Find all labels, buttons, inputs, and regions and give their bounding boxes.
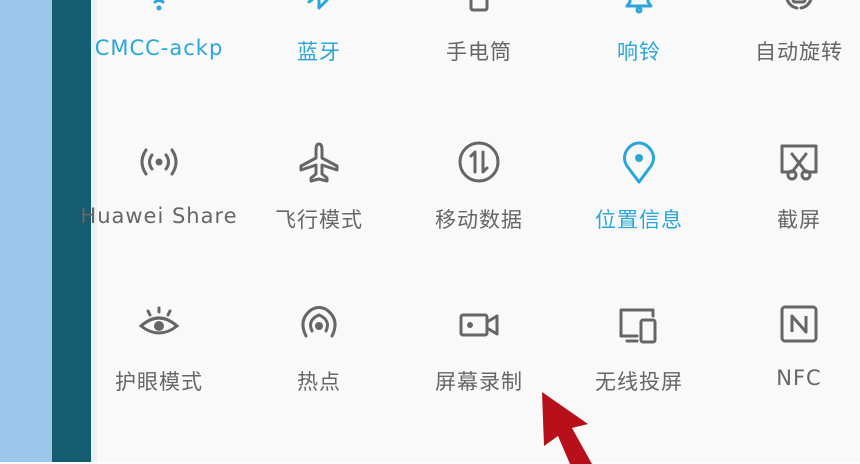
tile-bluetooth[interactable]: 蓝牙 xyxy=(239,0,399,86)
screen-record-icon xyxy=(451,296,507,352)
tile-label: 响铃 xyxy=(617,40,661,64)
tile-eye-comfort[interactable]: 护眼模式 xyxy=(79,296,239,416)
tile-ring[interactable]: 响铃 xyxy=(559,0,719,86)
tile-label: 移动数据 xyxy=(435,208,523,232)
tile-screenshot[interactable]: 截屏 xyxy=(719,134,860,254)
bell-icon xyxy=(611,0,667,22)
background-window-edge xyxy=(0,0,52,462)
wifi-icon xyxy=(131,0,187,22)
tile-nfc[interactable]: NFC xyxy=(719,296,860,416)
pointer-arrow-icon xyxy=(542,392,592,464)
eye-comfort-icon xyxy=(131,296,187,352)
tile-label: CMCC-ackp xyxy=(94,36,224,60)
airplane-icon xyxy=(291,134,347,190)
tile-flashlight[interactable]: 手电筒 xyxy=(399,0,559,86)
huawei-share-icon xyxy=(131,134,187,190)
tile-label: 热点 xyxy=(297,370,341,394)
tile-label: 护眼模式 xyxy=(115,370,203,394)
tile-label: 位置信息 xyxy=(595,208,683,232)
tile-huawei-share[interactable]: Huawei Share xyxy=(79,134,239,254)
tile-auto-rotate[interactable]: 自动旋转 xyxy=(719,0,860,86)
location-icon xyxy=(611,134,667,190)
tile-airplane-mode[interactable]: 飞行模式 xyxy=(239,134,399,254)
mobile-data-icon xyxy=(451,134,507,190)
tile-hotspot[interactable]: 热点 xyxy=(239,296,399,416)
tile-label: 飞行模式 xyxy=(275,208,363,232)
tile-label: 屏幕录制 xyxy=(435,370,523,394)
tile-location[interactable]: 位置信息 xyxy=(559,134,719,254)
tile-label: Huawei Share xyxy=(80,204,238,228)
tile-wifi[interactable]: CMCC-ackp xyxy=(79,0,239,86)
screenshot-icon xyxy=(771,134,827,190)
nfc-icon xyxy=(771,296,827,352)
tile-label: 截屏 xyxy=(777,208,821,232)
tile-label: NFC xyxy=(776,366,822,390)
wireless-projection-icon xyxy=(611,296,667,352)
hotspot-icon xyxy=(291,296,347,352)
tile-label: 手电筒 xyxy=(446,40,512,64)
tile-label: 自动旋转 xyxy=(755,40,843,64)
tile-mobile-data[interactable]: 移动数据 xyxy=(399,134,559,254)
bluetooth-icon xyxy=(291,0,347,22)
flashlight-icon xyxy=(451,0,507,22)
tile-label: 蓝牙 xyxy=(297,40,341,64)
quick-settings-panel: CMCC-ackp 蓝牙 手电筒 响铃 自动旋转 Huawei Share 飞行… xyxy=(80,0,860,462)
auto-rotate-icon xyxy=(771,0,827,22)
